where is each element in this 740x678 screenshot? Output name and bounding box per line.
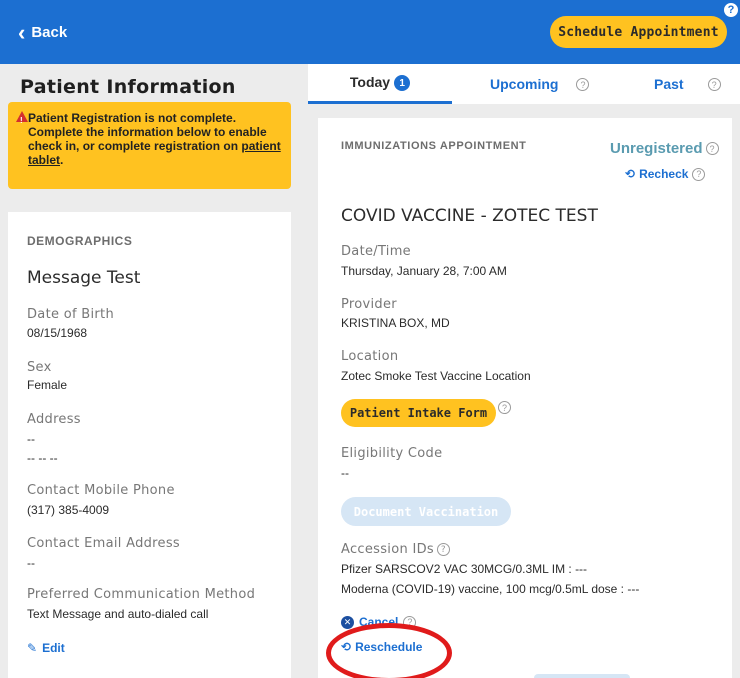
edit-button[interactable]: ✎ Edit [27,641,65,655]
address-line2: -- -- -- [27,451,58,465]
address-line1: -- [27,432,35,446]
accession-label: Accession IDs ? [341,542,450,557]
patient-intake-form-button[interactable]: Patient Intake Form [341,399,496,427]
warning-text: Patient Registration is not complete. Co… [28,111,281,167]
edit-icon: ✎ [27,641,38,655]
today-count-badge: 1 [394,75,411,91]
accession-pfizer: Pfizer SARSCOV2 VAC 30MCG/0.3ML IM : --- [341,562,588,576]
schedule-appointment-button[interactable]: Schedule Appointment [550,16,727,48]
pref-label: Preferred Communication Method [27,587,256,602]
dob-label: Date of Birth [27,307,114,322]
appointment-title: COVID VACCINE - ZOTEC TEST [341,206,598,226]
chevron-left-icon: ‹ [18,19,26,45]
appointment-tabs: Today 1 Upcoming ? Past ? [308,64,740,104]
recheck-button[interactable]: ⟲ Recheck ? [625,167,706,181]
status-help-icon[interactable]: ? [705,142,719,155]
datetime-value: Thursday, January 28, 7:00 AM [341,264,507,278]
recheck-help-icon[interactable]: ? [692,167,706,181]
history-icon: ⟲ [625,167,636,181]
partial-button [534,674,630,678]
registration-status: Unregistered ? [610,140,719,157]
phone-value: (317) 385-4009 [27,503,110,517]
top-bar: ‹ Back Schedule Appointment ? [0,0,740,64]
address-label: Address [27,412,81,427]
sex-label: Sex [27,360,52,375]
tab-past[interactable]: Past ? [654,64,740,104]
appointment-card: IMMUNIZATIONS APPOINTMENT Unregistered ?… [318,118,732,678]
document-vaccination-button[interactable]: Document Vaccination [341,497,511,526]
provider-value: KRISTINA BOX, MD [341,316,450,330]
help-icon[interactable]: ? [723,2,739,18]
page-title: Patient Information [20,76,236,98]
sex-value: Female [27,378,68,392]
upcoming-help-icon[interactable]: ? [576,78,590,91]
eligibility-value: -- [341,466,349,480]
pref-value: Text Message and auto-dialed call [27,607,209,621]
appointment-heading: IMMUNIZATIONS APPOINTMENT [341,140,527,152]
phone-label: Contact Mobile Phone [27,483,175,498]
accession-moderna: Moderna (COVID-19) vaccine, 100 mcg/0.5m… [341,582,640,596]
past-help-icon[interactable]: ? [707,78,721,91]
patient-name: Message Test [27,268,141,288]
dob-value: 08/15/1968 [27,326,88,340]
demographics-heading: DEMOGRAPHICS [27,234,133,248]
eligibility-label: Eligibility Code [341,446,443,461]
highlight-circle [326,623,452,678]
datetime-label: Date/Time [341,244,411,259]
provider-label: Provider [341,297,397,312]
email-label: Contact Email Address [27,536,180,551]
close-icon: ✕ [341,615,354,629]
tab-today[interactable]: Today 1 [308,64,452,104]
location-label: Location [341,349,399,364]
back-button[interactable]: ‹ Back [18,19,68,45]
email-value: -- [27,556,35,570]
accession-help-icon[interactable]: ? [436,543,450,556]
tab-upcoming[interactable]: Upcoming ? [490,64,630,104]
edit-label: Edit [42,641,65,655]
location-value: Zotec Smoke Test Vaccine Location [341,369,531,383]
intake-help-icon[interactable]: ? [498,401,511,414]
back-label: Back [31,24,68,41]
registration-warning: ! Patient Registration is not complete. … [8,102,291,189]
demographics-card: DEMOGRAPHICS Message Test Date of Birth … [8,212,291,678]
